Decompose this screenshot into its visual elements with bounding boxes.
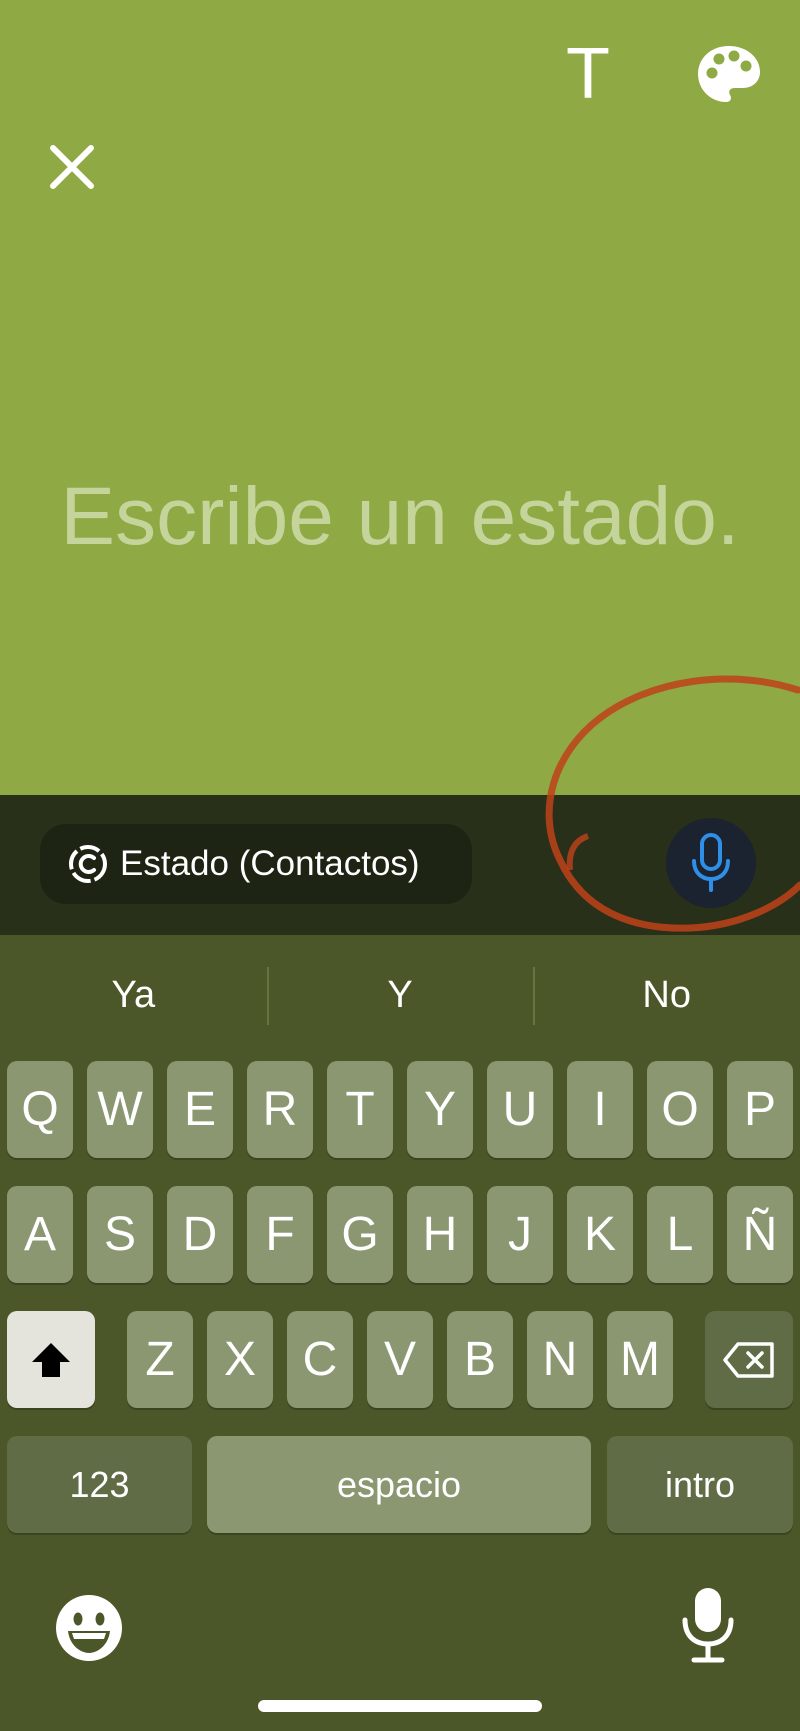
home-indicator[interactable] — [258, 1700, 542, 1712]
status-ring-icon — [69, 845, 107, 883]
key-l[interactable]: L — [647, 1186, 713, 1283]
key-u[interactable]: U — [487, 1061, 553, 1158]
text-style-button[interactable]: T — [548, 38, 628, 110]
key-w[interactable]: W — [87, 1061, 153, 1158]
status-text-placeholder[interactable]: Escribe un estado. — [0, 470, 800, 564]
suggestion-bar: Ya Y No — [0, 935, 800, 1055]
backspace-icon — [723, 1341, 774, 1378]
key-k[interactable]: K — [567, 1186, 633, 1283]
audience-label: Estado (Contactos) — [120, 844, 420, 883]
text-style-label: T — [566, 34, 610, 114]
key-f[interactable]: F — [247, 1186, 313, 1283]
key-n[interactable]: N — [527, 1311, 593, 1408]
key-c[interactable]: C — [287, 1311, 353, 1408]
dictation-mic-icon — [682, 1588, 734, 1663]
key-i[interactable]: I — [567, 1061, 633, 1158]
return-key[interactable]: intro — [607, 1436, 793, 1533]
key-j[interactable]: J — [487, 1186, 553, 1283]
key-s[interactable]: S — [87, 1186, 153, 1283]
key-r[interactable]: R — [247, 1061, 313, 1158]
key-m[interactable]: M — [607, 1311, 673, 1408]
shift-icon — [32, 1342, 70, 1377]
emoji-icon — [56, 1595, 122, 1661]
key-h[interactable]: H — [407, 1186, 473, 1283]
key-g[interactable]: G — [327, 1186, 393, 1283]
key-y[interactable]: Y — [407, 1061, 473, 1158]
key-v[interactable]: V — [367, 1311, 433, 1408]
emoji-button[interactable] — [54, 1593, 124, 1663]
delete-key[interactable] — [705, 1311, 793, 1408]
key-z[interactable]: Z — [127, 1311, 193, 1408]
suggestion-1[interactable]: Ya — [0, 935, 267, 1055]
color-palette-button[interactable] — [692, 38, 766, 110]
key-e[interactable]: E — [167, 1061, 233, 1158]
suggestion-2[interactable]: Y — [266, 935, 534, 1055]
space-key[interactable]: espacio — [207, 1436, 591, 1533]
key-d[interactable]: D — [167, 1186, 233, 1283]
audience-selector-button[interactable]: Estado (Contactos) — [40, 824, 472, 904]
dictation-button[interactable] — [680, 1586, 736, 1664]
key-p[interactable]: P — [727, 1061, 793, 1158]
suggestion-3[interactable]: No — [533, 935, 800, 1055]
key-a[interactable]: A — [7, 1186, 73, 1283]
key-q[interactable]: Q — [7, 1061, 73, 1158]
key-n-tilde[interactable]: Ñ — [727, 1186, 793, 1283]
numbers-key[interactable]: 123 — [7, 1436, 192, 1533]
shift-key[interactable] — [7, 1311, 95, 1408]
close-icon — [50, 145, 94, 189]
key-b[interactable]: B — [447, 1311, 513, 1408]
palette-icon — [698, 46, 760, 102]
close-button[interactable] — [40, 135, 104, 199]
on-screen-keyboard: Ya Y No Q W E R T Y U I O P A S D F G H … — [0, 935, 800, 1731]
key-t[interactable]: T — [327, 1061, 393, 1158]
key-x[interactable]: X — [207, 1311, 273, 1408]
key-o[interactable]: O — [647, 1061, 713, 1158]
